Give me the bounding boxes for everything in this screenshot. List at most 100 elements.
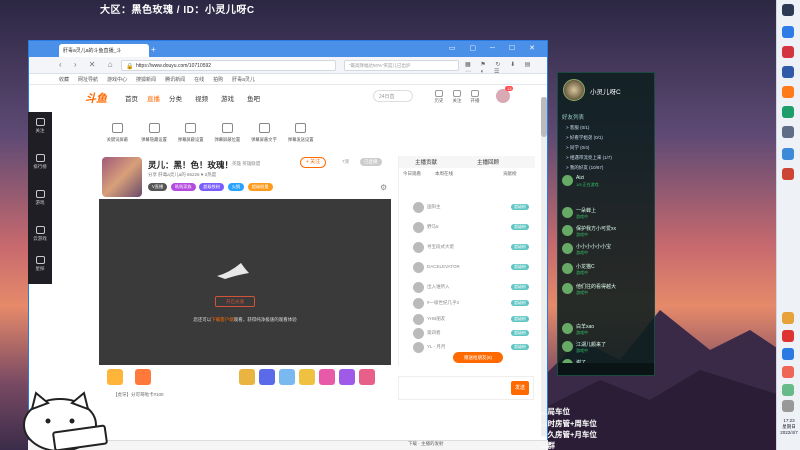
nav-game[interactable]: 游戏 xyxy=(221,93,234,103)
bookmark-item[interactable]: 收藏 xyxy=(59,76,69,83)
friend-group[interactable]: > 我的好友 (10/67) xyxy=(566,165,603,171)
gift-popup-button[interactable]: 赠送给朋友(8) xyxy=(453,352,503,363)
friend-item[interactable]: 小龙猫C 游戏中 xyxy=(560,261,652,278)
streamer-avatar[interactable] xyxy=(102,157,142,197)
gift-icon[interactable] xyxy=(239,369,255,385)
browser-tab[interactable]: 肝毒a灵儿a的斗鱼直播_斗 xyxy=(59,44,149,57)
bookmark-item[interactable]: 在线 xyxy=(194,76,204,83)
nav-category[interactable]: 分类 xyxy=(169,93,182,103)
tool-keyword-block[interactable]: 关键词屏蔽 xyxy=(99,117,136,143)
gift-icon[interactable] xyxy=(135,369,151,385)
sidebar-cloud-game[interactable]: 云游戏 xyxy=(28,226,52,242)
speed-up-button[interactable]: 开启光速 xyxy=(215,296,255,307)
tool-hide[interactable]: 弹幕隐藏设置 xyxy=(136,117,173,143)
taskbar-app-icon[interactable] xyxy=(782,4,794,16)
gift-icon[interactable] xyxy=(107,369,123,385)
nav-live[interactable]: 直播 xyxy=(147,93,160,103)
start-live-button[interactable]: 开播 xyxy=(467,90,483,104)
follow-list-button[interactable]: 关注 xyxy=(449,90,465,104)
browser-toolbar-icons[interactable]: ▦ ⚑ ↻ ⬇ ▤ ⋯ ◐ ☰ xyxy=(465,61,547,75)
nav-video[interactable]: 视频 xyxy=(195,93,208,103)
url-field[interactable]: 🔒 https://www.douyu.com/10710592 xyxy=(121,60,336,71)
friend-item[interactable]: 小小小小小小宝 游戏中 xyxy=(560,241,652,258)
friend-group[interactable]: > 相遇带流亮上来 (1/7) xyxy=(566,155,612,161)
rank-row[interactable]: 第四者 超级粉 xyxy=(399,326,535,341)
app-icon[interactable] xyxy=(782,46,794,58)
friend-group[interactable]: > 客服 (0/1) xyxy=(566,125,589,131)
video-player[interactable]: 开启光速 您还可以下载客户端观看，获得纯净极速的观看体验 xyxy=(99,199,391,365)
badge[interactable]: 超级胆量 xyxy=(247,183,273,191)
rank-row[interactable]: 出入谁所入 超级粉 xyxy=(399,280,535,295)
history-button[interactable]: 历史 xyxy=(431,90,447,104)
bookmark-item[interactable]: 游戏中心 xyxy=(107,76,127,83)
rank-row[interactable]: 国阳主 超级粉 xyxy=(399,200,535,215)
settings-icon[interactable]: ⚙ xyxy=(380,183,387,192)
friend-item[interactable]: 一朵蝉上 游戏中 xyxy=(560,205,652,222)
send-button[interactable]: 发送 xyxy=(511,381,529,395)
sidebar-follow[interactable]: 关注 xyxy=(28,118,52,134)
douyu-search-input[interactable]: 24日直 xyxy=(373,90,413,102)
rank-row[interactable]: 寻宝段式大佬 超级粉 xyxy=(399,240,535,255)
window-controls[interactable]: ▭ ▢ ─ ☐ ✕ xyxy=(449,44,541,52)
tool-block-settings[interactable]: 弹幕屏蔽设置 xyxy=(172,117,209,143)
bookmark-item[interactable]: 搜狐新闻 xyxy=(136,76,156,83)
badge[interactable]: V直播 xyxy=(148,183,168,191)
nav-buttons[interactable]: ‹ › ✕ ⌂ xyxy=(59,60,118,69)
tool-send-settings[interactable]: 弹幕发送设置 xyxy=(282,117,319,143)
volume-icon[interactable] xyxy=(782,400,794,412)
tab-anchor-contribution[interactable]: 主播贡献 xyxy=(415,158,437,166)
gift-icon[interactable] xyxy=(359,369,375,385)
profile-avatar[interactable] xyxy=(563,79,585,101)
gift-icon[interactable] xyxy=(299,369,315,385)
room-category[interactable]: 英雄 英雄联盟 xyxy=(232,161,260,167)
tray-icon[interactable] xyxy=(782,330,794,342)
taskbar-clock[interactable]: 17:23 星期日 2022/4/7 xyxy=(778,418,800,436)
chat-input-box[interactable]: 发送 xyxy=(398,376,534,400)
friend-group[interactable]: > 同学 (0/4) xyxy=(566,145,589,151)
app-icon[interactable] xyxy=(782,86,794,98)
gift-icon[interactable] xyxy=(279,369,295,385)
app-icon[interactable] xyxy=(782,168,794,180)
sidebar-vip[interactable]: 星探 xyxy=(28,256,52,272)
app-icon[interactable] xyxy=(782,126,794,138)
page-scrollbar[interactable] xyxy=(541,97,547,437)
subtab-contribution[interactable]: 贡献榜 xyxy=(503,171,517,177)
badge[interactable]: 超级铁粉 xyxy=(199,183,225,191)
tray-icon[interactable] xyxy=(782,348,794,360)
friend-item[interactable]: 保护我方小可爱xx 游戏中 xyxy=(560,223,652,240)
tray-icon[interactable] xyxy=(782,312,794,324)
badge[interactable]: 吼吼家族 xyxy=(170,183,196,191)
tab-anchor-review[interactable]: 主播回顾 xyxy=(477,158,499,166)
badge[interactable]: 火锅 xyxy=(227,183,245,191)
app-icon[interactable] xyxy=(782,148,794,160)
sidebar-game[interactable]: 游戏 xyxy=(28,190,52,206)
friend-item[interactable]: Aizi 1/5 正在游戏 xyxy=(560,173,652,190)
gift-icon[interactable] xyxy=(339,369,355,385)
user-avatar[interactable] xyxy=(496,89,510,103)
tool-block-text[interactable]: 弹幕屏蔽文字 xyxy=(246,117,283,143)
scrollbar-thumb[interactable] xyxy=(541,97,547,137)
download-client-link[interactable]: 下载客户端 xyxy=(211,317,234,322)
nav-yuba[interactable]: 鱼吧 xyxy=(247,93,260,103)
bookmark-item[interactable]: 网址导航 xyxy=(78,76,98,83)
sidebar-rank[interactable]: 排行榜 xyxy=(28,154,52,170)
friend-item[interactable]: 他们往的看得越大 游戏中 xyxy=(560,281,652,298)
bookmark-item[interactable]: 肝毒a灵儿 xyxy=(232,76,255,83)
subtab-week[interactable]: 本周在线 xyxy=(435,171,453,177)
friend-group[interactable]: > 好看学姐弟 (0/1) xyxy=(566,135,603,141)
nav-home[interactable]: 首页 xyxy=(125,93,138,103)
friend-item[interactable]: 白羊xao 游戏中 xyxy=(560,321,652,338)
new-tab-button[interactable]: + xyxy=(151,45,156,54)
app-icon[interactable] xyxy=(782,106,794,118)
subtab-today[interactable]: 今日观看 xyxy=(403,171,421,177)
danmaku-input-row[interactable]: 【虎牙】分可哥啦卡#100 xyxy=(99,390,391,400)
rank-row[interactable]: DACELEVATOR 超级粉 xyxy=(399,260,535,275)
rank-row[interactable]: YHB朋友 超级粉 xyxy=(399,312,535,327)
browser-icon[interactable] xyxy=(782,26,794,38)
follow-button[interactable]: + 关注 xyxy=(300,157,326,168)
tool-block-position[interactable]: 弹幕屏蔽位置 xyxy=(209,117,246,143)
app-icon[interactable] xyxy=(782,66,794,78)
douyu-logo[interactable]: 斗鱼 xyxy=(85,90,107,106)
bookmark-item[interactable]: 拍购 xyxy=(213,76,223,83)
browser-search-input[interactable]: “最高降幅达50%”夹篮儿已出炉 xyxy=(344,60,459,71)
